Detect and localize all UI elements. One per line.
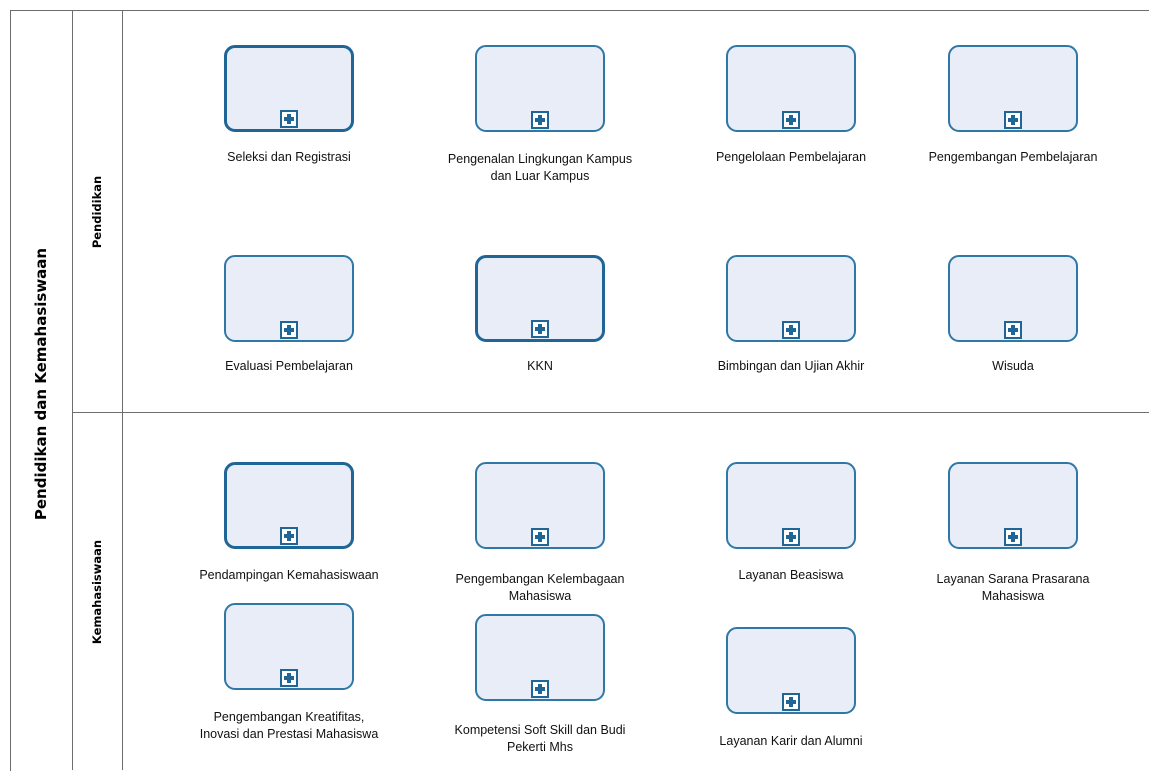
task-evaluasi-pembelajaran[interactable] bbox=[224, 255, 354, 342]
plus-square-icon[interactable] bbox=[531, 111, 549, 129]
plus-square-icon[interactable] bbox=[1004, 528, 1022, 546]
task-label: Pendampingan Kemahasiswaan bbox=[199, 568, 379, 582]
lane-title-pendidikan[interactable]: Pendidikan bbox=[90, 176, 104, 248]
task-pengembangan-kelembagaan-mahasiswa[interactable] bbox=[475, 462, 605, 549]
task-label: Layanan Sarana Prasarana Mahasiswa bbox=[936, 572, 1090, 603]
plus-square-icon[interactable] bbox=[531, 320, 549, 338]
task-label: Layanan Beasiswa bbox=[738, 568, 844, 582]
task-layanan-karir-dan-alumni[interactable] bbox=[726, 627, 856, 714]
task-label: KKN bbox=[527, 359, 553, 373]
task-pengelolaan-pembelajaran[interactable] bbox=[726, 45, 856, 132]
plus-square-icon[interactable] bbox=[280, 669, 298, 687]
task-label: Seleksi dan Registrasi bbox=[227, 150, 351, 164]
task-label: Pengembangan Kreatifitas, Inovasi dan Pr… bbox=[199, 710, 379, 741]
plus-square-icon[interactable] bbox=[1004, 321, 1022, 339]
plus-square-icon[interactable] bbox=[531, 680, 549, 698]
lane-divider bbox=[72, 412, 1149, 413]
task-label: Pengelolaan Pembelajaran bbox=[715, 150, 867, 164]
task-label: Kompetensi Soft Skill dan Budi Pekerti M… bbox=[454, 723, 626, 754]
task-label: Evaluasi Pembelajaran bbox=[225, 359, 353, 373]
pool-title: Pendidikan dan Kemahasiswaan bbox=[32, 247, 50, 521]
task-pendampingan-kemahasiswaan[interactable] bbox=[224, 462, 354, 549]
task-layanan-beasiswa[interactable] bbox=[726, 462, 856, 549]
task-pengembangan-kreatifitas[interactable] bbox=[224, 603, 354, 690]
task-kkn[interactable] bbox=[475, 255, 605, 342]
plus-square-icon[interactable] bbox=[280, 321, 298, 339]
task-wisuda[interactable] bbox=[948, 255, 1078, 342]
task-seleksi-dan-registrasi[interactable] bbox=[224, 45, 354, 132]
lane-title-kemahasiswaan[interactable]: Kemahasiswaan bbox=[90, 540, 104, 644]
task-pengembangan-pembelajaran[interactable] bbox=[948, 45, 1078, 132]
task-label: Wisuda bbox=[992, 359, 1034, 373]
task-label: Pengenalan Lingkungan Kampus dan Luar Ka… bbox=[447, 152, 633, 183]
plus-square-icon[interactable] bbox=[531, 528, 549, 546]
plus-square-icon[interactable] bbox=[782, 693, 800, 711]
plus-square-icon[interactable] bbox=[782, 111, 800, 129]
plus-square-icon[interactable] bbox=[782, 321, 800, 339]
task-bimbingan-dan-ujian-akhir[interactable] bbox=[726, 255, 856, 342]
lane-header-column bbox=[72, 10, 123, 770]
task-label: Bimbingan dan Ujian Akhir bbox=[717, 359, 865, 373]
plus-square-icon[interactable] bbox=[1004, 111, 1022, 129]
task-label: Layanan Karir dan Alumni bbox=[719, 734, 863, 748]
task-label: Pengembangan Kelembagaan Mahasiswa bbox=[455, 572, 625, 603]
plus-square-icon[interactable] bbox=[280, 110, 298, 128]
task-kompetensi-soft-skill[interactable] bbox=[475, 614, 605, 701]
plus-square-icon[interactable] bbox=[280, 527, 298, 545]
task-layanan-sarana-prasarana[interactable] bbox=[948, 462, 1078, 549]
plus-square-icon[interactable] bbox=[782, 528, 800, 546]
task-label: Pengembangan Pembelajaran bbox=[928, 150, 1098, 164]
task-pengenalan-lingkungan-kampus[interactable] bbox=[475, 45, 605, 132]
